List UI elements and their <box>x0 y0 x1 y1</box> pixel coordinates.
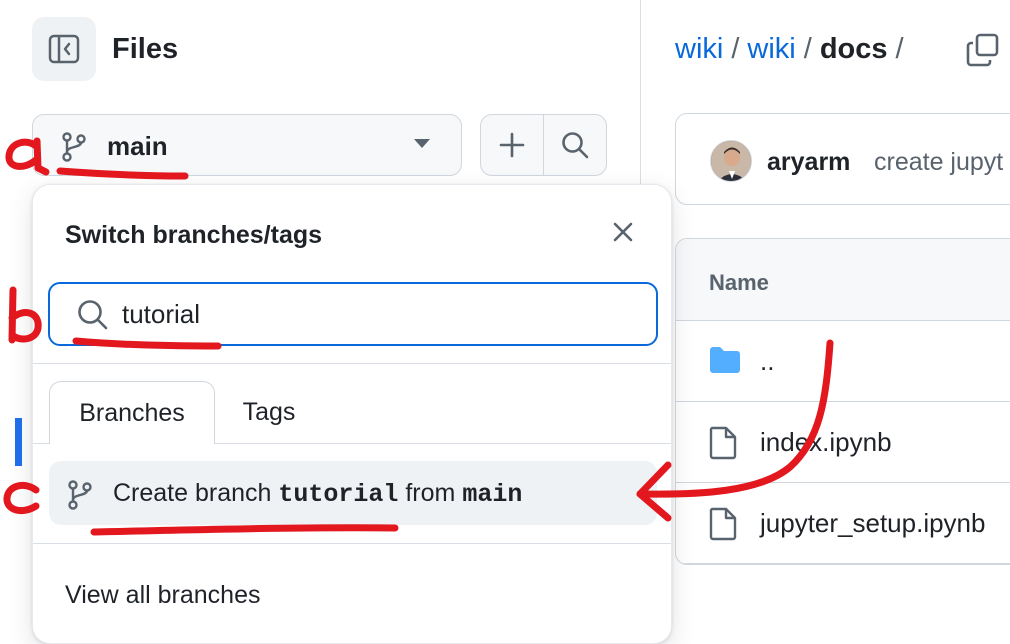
current-branch-label: main <box>107 131 168 161</box>
avatar[interactable] <box>710 140 752 182</box>
branch-search-field[interactable] <box>48 282 658 346</box>
breadcrumb-separator: / <box>803 33 812 65</box>
file-icon <box>709 426 737 460</box>
sidebar-toggle-button[interactable] <box>32 17 96 81</box>
file-name[interactable]: index.ipynb <box>760 427 892 458</box>
add-file-button[interactable] <box>481 115 543 175</box>
create-branch-middle: from <box>398 479 463 507</box>
annotation-blue-mark <box>15 418 22 466</box>
git-branch-icon <box>68 480 92 510</box>
latest-commit-box: aryarm create jupyt <box>675 113 1010 205</box>
create-branch-label: Create branch tutorial from main <box>113 479 522 509</box>
branch-search-input[interactable] <box>122 296 622 332</box>
chevron-down-icon <box>414 139 430 148</box>
create-branch-item[interactable]: Create branch tutorial from main <box>49 461 657 525</box>
table-row[interactable]: jupyter_setup.ipynb <box>676 483 1010 564</box>
tab-tags[interactable]: Tags <box>229 381 309 444</box>
table-header: Name <box>676 239 1010 321</box>
copy-icon <box>966 33 999 67</box>
branch-switcher-dropdown: Switch branches/tags Branches Tags Creat… <box>32 184 672 644</box>
commit-message[interactable]: create jupyt <box>874 148 1003 177</box>
sidebar-title: Files <box>112 33 179 65</box>
breadcrumb-separator: / <box>731 33 740 65</box>
branch-selector-button[interactable]: main <box>32 114 462 176</box>
column-header-name: Name <box>709 270 769 295</box>
new-branch-name: tutorial <box>278 480 399 509</box>
breadcrumb-link-folder[interactable]: wiki <box>747 33 795 65</box>
commit-author[interactable]: aryarm <box>767 148 850 177</box>
table-row[interactable]: index.ipynb <box>676 402 1010 483</box>
breadcrumb: wiki / wiki / docs / <box>675 33 912 66</box>
dropdown-title: Switch branches/tags <box>65 221 323 249</box>
file-name[interactable]: .. <box>760 346 774 377</box>
search-icon <box>562 132 589 159</box>
tab-branches[interactable]: Branches <box>49 381 215 444</box>
folder-icon <box>710 347 740 373</box>
divider <box>33 543 671 544</box>
file-icon <box>709 507 737 541</box>
copy-path-button[interactable] <box>966 33 1000 72</box>
search-icon <box>78 300 108 330</box>
close-button[interactable] <box>611 220 635 249</box>
file-actions-group <box>480 114 607 176</box>
close-icon <box>613 222 633 242</box>
breadcrumb-current: docs <box>819 33 888 65</box>
view-all-branches-link[interactable]: View all branches <box>65 581 260 610</box>
plus-icon <box>499 132 525 158</box>
file-table: Name .. index.ipynb jupyter_setup.ipynb <box>675 238 1010 565</box>
breadcrumb-separator: / <box>895 33 904 65</box>
create-branch-prefix: Create branch <box>113 479 279 507</box>
source-branch-name: main <box>462 480 523 509</box>
sidebar-collapse-icon <box>48 34 80 64</box>
file-name[interactable]: jupyter_setup.ipynb <box>760 508 985 539</box>
breadcrumb-link-repo[interactable]: wiki <box>675 33 723 65</box>
search-files-button[interactable] <box>543 115 606 175</box>
divider <box>33 363 671 364</box>
git-branch-icon <box>62 132 86 162</box>
table-row[interactable]: .. <box>676 321 1010 402</box>
